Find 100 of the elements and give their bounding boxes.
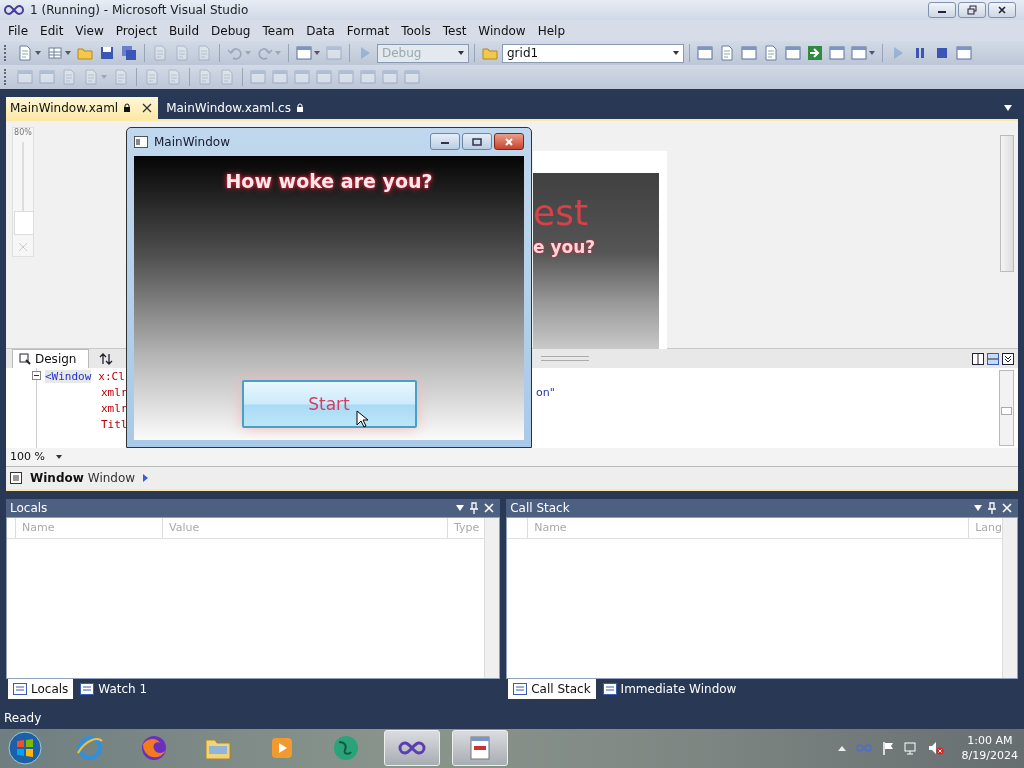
code-text: xmlr [101,401,128,415]
toolbar-dropdown[interactable]: grid1 [502,43,684,63]
horizontal-split-icon[interactable] [987,352,999,365]
menu-item[interactable]: Test [436,23,473,38]
document-icon[interactable] [763,45,779,62]
list-icon[interactable] [80,682,95,695]
slider-thumb[interactable] [14,211,34,236]
window-icon[interactable] [296,45,312,62]
panel-title: Locals [10,500,49,515]
dropdown-arrow-icon[interactable] [1004,104,1012,111]
breadcrumb-element[interactable]: Window [30,470,84,485]
code-text: x:Cl [98,369,125,383]
infinity-icon [4,4,24,15]
start-button[interactable] [8,731,42,766]
vertical-scrollbar[interactable] [1000,134,1014,272]
vertical-scrollbar[interactable] [484,517,500,678]
breadcrumb-type: Window [87,470,136,485]
document-tab[interactable]: MainWindow.xaml.cs [162,96,310,119]
close-button[interactable] [494,133,524,151]
window-icon[interactable] [851,45,867,62]
taskbar-button[interactable] [452,730,508,767]
close-icon[interactable] [997,4,1007,15]
app-heading: How woke are you? [225,169,433,192]
preview-title: est [533,192,590,233]
window-icon[interactable] [956,45,972,62]
design-icon[interactable] [19,353,31,365]
menu-item[interactable]: Format [340,23,396,38]
floppy-disks-icon[interactable] [121,45,137,62]
zoom-slider[interactable]: 80% [12,126,34,257]
close-button[interactable] [988,1,1016,18]
maximize-icon[interactable] [472,137,482,146]
zoom-label: 80% [13,127,33,137]
menu-item[interactable]: Help [531,23,572,38]
design-tab[interactable]: Design [12,349,90,368]
close-icon[interactable] [142,102,153,113]
speaker-muted-icon[interactable] [927,741,944,756]
caret-icon[interactable] [56,455,62,459]
document-tab[interactable]: MainWindow.xaml [6,96,159,119]
dropdown-arrow-icon[interactable] [974,504,982,511]
panel-tab[interactable]: Immediate Window [597,678,742,699]
menu-item[interactable]: Tools [395,23,437,38]
flag-icon[interactable] [881,741,894,756]
list-icon[interactable] [513,682,528,695]
restore-icon[interactable] [967,4,977,15]
app-window-title: MainWindow [154,134,230,149]
collapse-pane-icon[interactable] [1002,352,1014,365]
monitor-icon[interactable] [903,741,918,756]
panel-tab[interactable]: Call Stack [508,678,596,699]
window-icon[interactable] [741,45,757,62]
list-icon [10,471,22,484]
caret-icon[interactable] [673,51,679,56]
pin-icon[interactable] [470,501,479,514]
menu-item[interactable]: Window [472,23,532,38]
dropdown-arrow-icon[interactable] [456,504,465,511]
arrow-icon[interactable] [807,45,823,62]
grid-icon[interactable] [47,45,63,62]
list-icon[interactable] [602,682,617,695]
minimize-button[interactable] [430,133,460,151]
code-text: xmlr [101,385,128,399]
swap-icon[interactable] [99,352,114,365]
window-icon[interactable] [785,45,801,62]
menu-item[interactable]: Team [256,23,301,38]
menu-item[interactable]: View [69,23,110,38]
up-arrow-icon[interactable] [837,745,846,751]
code-text: <Window [45,369,92,383]
window-icon[interactable] [697,45,713,62]
panel-tab[interactable]: Locals [8,678,74,699]
menu-item[interactable]: Build [162,23,205,38]
menu-item[interactable]: Debug [205,23,257,38]
vertical-scrollbar[interactable] [1002,517,1017,678]
cursor-icon [356,409,368,428]
folder-icon[interactable] [77,45,93,62]
minimize-button[interactable] [928,1,956,18]
taskbar-button[interactable] [384,730,440,767]
menu-item[interactable]: Project [109,23,163,38]
menu-item[interactable]: File [2,23,35,38]
document-icon[interactable] [17,45,33,62]
vertical-split-icon[interactable] [972,352,984,365]
clock[interactable]: 1:00 AM 8/19/2024 [961,733,1018,764]
window-title: 1 (Running) - Microsoft Visual Studio [30,2,249,17]
collapse-icon[interactable] [32,371,41,381]
status-text: Ready [4,710,42,725]
preview-subtitle: e you? [533,236,597,257]
window-icon[interactable] [829,45,845,62]
zoom-dropdown[interactable]: 100 % [10,450,50,464]
pin-icon[interactable] [988,501,996,514]
code-text: Titl [101,417,128,431]
code-text: on" [536,385,555,399]
menu-item[interactable]: Data [300,23,341,38]
lock-icon [123,102,132,113]
maximize-button[interactable] [462,133,492,151]
list-icon[interactable] [13,682,27,695]
folder-icon[interactable] [482,45,498,62]
arrow-icon[interactable] [143,473,149,482]
vertical-scrollbar[interactable] [999,370,1014,447]
restore-button[interactable] [958,1,986,18]
window-icon [134,135,148,148]
menu-item[interactable]: Edit [34,23,70,38]
panel-tab[interactable]: Watch 1 [75,678,153,699]
document-icon[interactable] [719,45,735,62]
